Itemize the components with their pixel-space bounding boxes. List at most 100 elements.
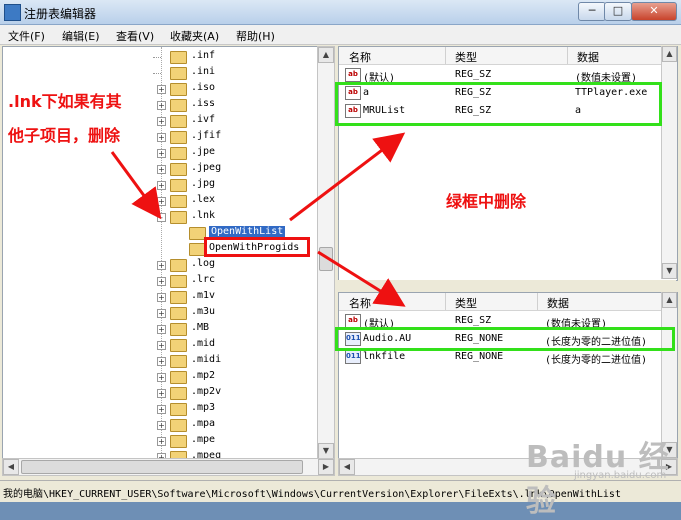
column-separator[interactable] bbox=[445, 293, 446, 310]
expand-icon[interactable]: + bbox=[157, 101, 166, 110]
scroll-thumb[interactable] bbox=[319, 247, 333, 271]
tree-item[interactable]: + .m1v bbox=[3, 289, 318, 305]
tree-item[interactable]: + .midi bbox=[3, 353, 318, 369]
expand-icon[interactable]: + bbox=[157, 325, 166, 334]
tree-item[interactable]: + .lrc bbox=[3, 273, 318, 289]
tree-connector bbox=[153, 57, 161, 58]
value-type: REG_SZ bbox=[455, 69, 492, 80]
folder-icon bbox=[170, 419, 187, 432]
expand-icon[interactable]: + bbox=[157, 341, 166, 350]
expand-icon[interactable]: + bbox=[157, 293, 166, 302]
scroll-right-icon[interactable]: ▶ bbox=[318, 459, 334, 475]
folder-icon bbox=[170, 259, 187, 272]
scroll-up-icon[interactable]: ▲ bbox=[318, 47, 334, 63]
column-separator[interactable] bbox=[567, 47, 568, 64]
expand-icon[interactable]: + bbox=[157, 117, 166, 126]
folder-icon bbox=[170, 339, 187, 352]
expand-icon[interactable]: + bbox=[157, 277, 166, 286]
menu-edit[interactable]: 编辑(E) bbox=[62, 28, 100, 44]
tree-horizontal-scrollbar[interactable]: ◀ ▶ bbox=[2, 458, 335, 476]
tree-item-label: .mpa bbox=[191, 418, 216, 429]
expand-icon[interactable]: + bbox=[157, 437, 166, 446]
column-separator[interactable] bbox=[537, 293, 538, 310]
scroll-down-icon[interactable]: ▼ bbox=[662, 263, 677, 279]
menu-favorites[interactable]: 收藏夹(A) bbox=[170, 28, 219, 44]
menu-file[interactable]: 文件(F) bbox=[8, 28, 45, 44]
column-separator[interactable] bbox=[445, 47, 446, 64]
expand-icon[interactable]: + bbox=[157, 373, 166, 382]
folder-icon bbox=[170, 403, 187, 416]
folder-icon bbox=[170, 355, 187, 368]
menu-help[interactable]: 帮助(H) bbox=[236, 28, 275, 44]
value-data: (长度为零的二进位值) bbox=[545, 355, 648, 366]
folder-icon bbox=[170, 147, 187, 160]
expand-icon[interactable]: + bbox=[157, 309, 166, 318]
scroll-left-icon[interactable]: ◀ bbox=[3, 459, 19, 475]
expand-icon[interactable]: + bbox=[157, 405, 166, 414]
scroll-up-icon[interactable]: ▲ bbox=[662, 292, 677, 308]
folder-icon bbox=[170, 115, 187, 128]
tree-item[interactable]: + .jpeg bbox=[3, 161, 318, 177]
tree-item[interactable]: + .lex bbox=[3, 193, 318, 209]
tree-item[interactable]: .inf bbox=[3, 49, 318, 65]
tree-item[interactable]: + .mp3 bbox=[3, 401, 318, 417]
column-name[interactable]: 名称 bbox=[349, 295, 371, 311]
tree-item-label: .jpeg bbox=[191, 162, 222, 173]
close-button[interactable]: ✕ bbox=[631, 2, 677, 21]
top-pane-scrollbar[interactable]: ▲ ▼ bbox=[661, 46, 677, 279]
minimize-button[interactable]: ─ bbox=[578, 2, 606, 21]
tree-item-label: .mid bbox=[191, 338, 216, 349]
menu-view[interactable]: 查看(V) bbox=[116, 28, 154, 44]
annotation-right: 绿框中删除 bbox=[446, 192, 527, 211]
tree-item[interactable]: + .mpa bbox=[3, 417, 318, 433]
folder-icon bbox=[170, 371, 187, 384]
folder-icon bbox=[170, 179, 187, 192]
expand-icon[interactable]: + bbox=[157, 133, 166, 142]
folder-icon bbox=[170, 67, 187, 80]
scroll-left-icon[interactable]: ◀ bbox=[339, 459, 355, 475]
tree-item[interactable]: + .m3u bbox=[3, 305, 318, 321]
expand-icon[interactable]: + bbox=[157, 421, 166, 430]
expand-icon[interactable]: + bbox=[157, 197, 166, 206]
scroll-thumb[interactable] bbox=[21, 460, 303, 474]
tree-item-label: .m1v bbox=[191, 290, 216, 301]
tree-item[interactable]: .ini bbox=[3, 65, 318, 81]
tree-item-label: .jpg bbox=[191, 178, 216, 189]
tree-item[interactable]: + .mp2v bbox=[3, 385, 318, 401]
expand-icon[interactable]: + bbox=[157, 165, 166, 174]
folder-icon bbox=[170, 163, 187, 176]
tree-item[interactable]: + .MB bbox=[3, 321, 318, 337]
tree-item-label: .mp2v bbox=[191, 386, 222, 397]
tree-item[interactable]: + .log bbox=[3, 257, 318, 273]
expand-icon[interactable]: + bbox=[157, 85, 166, 94]
column-data[interactable]: 数据 bbox=[547, 295, 569, 311]
column-name[interactable]: 名称 bbox=[349, 49, 371, 65]
column-type[interactable]: 类型 bbox=[455, 49, 477, 65]
column-data[interactable]: 数据 bbox=[577, 49, 599, 65]
expand-icon[interactable]: + bbox=[157, 149, 166, 158]
expand-icon[interactable]: + bbox=[157, 389, 166, 398]
tree-item-lnk[interactable]: - .lnk bbox=[3, 209, 318, 225]
tree-item[interactable]: + .mid bbox=[3, 337, 318, 353]
folder-icon bbox=[170, 307, 187, 320]
collapse-icon[interactable]: - bbox=[157, 213, 166, 222]
tree-item[interactable]: + .mp2 bbox=[3, 369, 318, 385]
pane-splitter[interactable] bbox=[338, 280, 676, 291]
tree-item[interactable]: + .jpe bbox=[3, 145, 318, 161]
maximize-button[interactable]: □ bbox=[604, 2, 632, 21]
expand-icon[interactable]: + bbox=[157, 261, 166, 270]
string-value-icon: ab bbox=[345, 68, 361, 82]
expand-icon[interactable]: + bbox=[157, 181, 166, 190]
value-row[interactable]: ab (默认) REG_SZ (数值未设置) bbox=[339, 66, 677, 84]
baidu-watermark-url: jingyan.baidu.com bbox=[574, 470, 667, 481]
tree-item[interactable]: + .jpg bbox=[3, 177, 318, 193]
column-type[interactable]: 类型 bbox=[455, 295, 477, 311]
scroll-up-icon[interactable]: ▲ bbox=[662, 46, 677, 62]
string-value-icon: ab bbox=[345, 314, 361, 328]
expand-icon[interactable]: + bbox=[157, 357, 166, 366]
tree-item-label: .log bbox=[191, 258, 216, 269]
scroll-down-icon[interactable]: ▼ bbox=[318, 443, 334, 459]
tree-connector bbox=[153, 73, 161, 74]
tree-vertical-scrollbar[interactable]: ▲ ▼ bbox=[317, 46, 335, 460]
tree-item[interactable]: + .mpe bbox=[3, 433, 318, 449]
